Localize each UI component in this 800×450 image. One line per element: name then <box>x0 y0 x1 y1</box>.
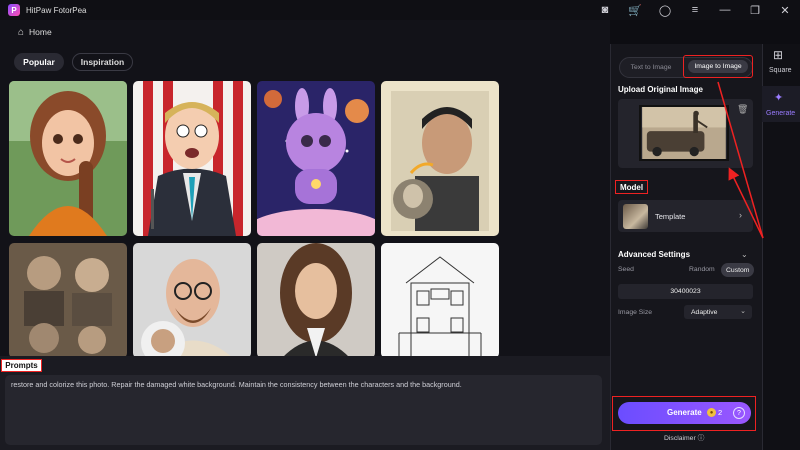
breadcrumb: ⌂ Home <box>0 20 610 44</box>
seed-input[interactable]: 30400023 <box>618 284 753 299</box>
animated-girl-image <box>9 81 127 236</box>
uploaded-image-preview[interactable] <box>639 105 729 161</box>
model-thumbnail <box>623 204 648 229</box>
gallery-card-house-sketch[interactable] <box>381 243 499 358</box>
seed-custom-option[interactable]: Custom <box>721 263 755 277</box>
chevron-right-icon: › <box>739 210 742 220</box>
generate-button[interactable]: Generate ● 2 ? <box>618 402 751 424</box>
gift-icon[interactable]: 🛒 <box>620 0 650 20</box>
info-icon: ⓘ <box>697 435 705 442</box>
sparkle-icon[interactable]: ✦ <box>774 91 783 104</box>
chevron-down-icon[interactable]: ⌄ <box>741 250 748 259</box>
close-icon[interactable]: ✕ <box>770 0 800 20</box>
gallery-card-bunny-astronaut[interactable] <box>257 81 375 236</box>
seed-label: Seed <box>618 266 634 273</box>
discord-icon[interactable]: ◙ <box>590 0 620 20</box>
gallery-card-cartoon-man[interactable] <box>133 81 251 236</box>
tab-text-to-image[interactable]: Text to Image <box>624 60 678 75</box>
chevron-down-icon: ⌄ <box>740 308 746 315</box>
titlebar-controls: ◙ 🛒 ◯ ≡ — ❐ ✕ <box>590 0 800 20</box>
prompt-input[interactable]: restore and colorize this photo. Repair … <box>5 375 602 445</box>
app-title: HitPaw FotorPea <box>26 5 87 15</box>
gallery-card-woman[interactable] <box>257 243 375 358</box>
coin-icon: ● <box>707 408 716 417</box>
menu-icon[interactable]: ≡ <box>680 0 710 20</box>
model-label: Model <box>615 180 648 194</box>
image-size-select[interactable]: Adaptive ⌄ <box>684 305 752 319</box>
generate-cost: 2 <box>718 408 723 417</box>
gallery-card-restored-portrait[interactable] <box>381 81 499 236</box>
delete-image-icon[interactable]: 🗑 <box>737 104 748 115</box>
image-size-value: Adaptive <box>691 308 718 316</box>
seed-random-option[interactable]: Random <box>689 266 715 273</box>
account-icon[interactable]: ◯ <box>650 0 680 20</box>
bald-man-image <box>133 243 251 358</box>
generate-label: Generate <box>667 408 702 417</box>
nav-generate-label[interactable]: Generate <box>766 110 795 117</box>
advanced-settings-title[interactable]: Advanced Settings <box>618 250 690 259</box>
bunny-astronaut-image <box>257 81 375 236</box>
gallery-card-bald-man[interactable] <box>133 243 251 358</box>
restore-icon[interactable]: ❐ <box>740 0 770 20</box>
image-size-label: Image Size <box>618 309 653 316</box>
image-to-image-label: Image to Image <box>688 60 748 73</box>
cartoon-man-image <box>133 81 251 236</box>
tab-popular[interactable]: Popular <box>14 53 64 71</box>
title-bar: P HitPaw FotorPea ◙ 🛒 ◯ ≡ — ❐ ✕ <box>0 0 800 20</box>
home-icon[interactable]: ⌂ <box>18 27 24 38</box>
disclaimer-link[interactable]: Disclaimer ⓘ <box>664 432 704 442</box>
gallery-card-animated-girl[interactable] <box>9 81 127 236</box>
woman-image <box>257 243 375 358</box>
prompts-label: Prompts <box>1 359 42 372</box>
square-icon[interactable]: ⊞ <box>773 48 783 62</box>
gallery-card-old-family[interactable] <box>9 243 127 358</box>
tab-image-to-image[interactable]: Image to Image <box>683 55 753 78</box>
help-icon[interactable]: ? <box>733 407 745 419</box>
upload-title: Upload Original Image <box>618 85 703 94</box>
old-family-image <box>9 243 127 358</box>
house-sketch-image <box>381 243 499 358</box>
minimize-icon[interactable]: — <box>710 0 740 20</box>
tab-inspiration[interactable]: Inspiration <box>72 53 133 71</box>
restored-portrait-image <box>381 81 499 236</box>
disclaimer-label: Disclaimer <box>664 435 696 442</box>
nav-square-label[interactable]: Square <box>769 67 792 74</box>
app-logo-icon: P <box>8 4 20 16</box>
model-name: Template <box>655 212 686 221</box>
home-link[interactable]: Home <box>29 27 52 37</box>
